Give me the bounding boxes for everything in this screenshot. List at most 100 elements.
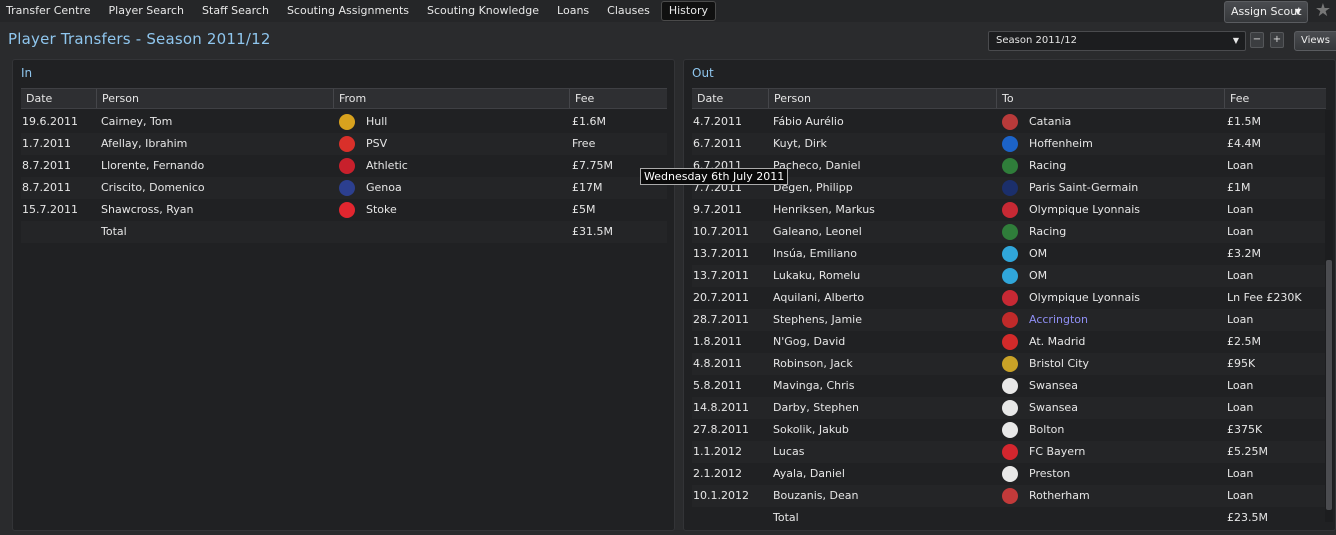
club-link[interactable]: FC Bayern bbox=[1024, 441, 1085, 463]
nav-tab-clauses[interactable]: Clauses bbox=[600, 1, 657, 21]
column-header-club[interactable]: From bbox=[333, 89, 366, 108]
column-header-date[interactable]: Date bbox=[21, 89, 52, 108]
table-row[interactable]: 13.7.2011 Insúa, Emiliano OM £3.2M bbox=[692, 243, 1326, 265]
table-row[interactable]: 14.8.2011 Darby, Stephen Swansea Loan bbox=[692, 397, 1326, 419]
date-cell: 14.8.2011 bbox=[693, 401, 749, 414]
person-link[interactable]: Llorente, Fernando bbox=[96, 155, 204, 177]
club-link[interactable]: Olympique Lyonnais bbox=[1024, 287, 1140, 309]
nav-tab-scouting-assignments[interactable]: Scouting Assignments bbox=[280, 1, 416, 21]
table-row[interactable]: 8.7.2011 Llorente, Fernando Athletic £7.75M bbox=[21, 155, 667, 177]
nav-tab-history[interactable]: History bbox=[660, 1, 716, 21]
table-row[interactable]: 5.8.2011 Mavinga, Chris Swansea Loan bbox=[692, 375, 1326, 397]
club-link[interactable]: Paris Saint-Germain bbox=[1024, 177, 1138, 199]
assign-scout-button[interactable]: Assign Scout ▼ bbox=[1224, 1, 1308, 23]
club-link[interactable]: OM bbox=[1024, 243, 1047, 265]
date-cell: 13.7.2011 bbox=[693, 247, 749, 260]
club-link[interactable]: Racing bbox=[1024, 155, 1066, 177]
club-link[interactable]: OM bbox=[1024, 265, 1047, 287]
date-cell: 5.8.2011 bbox=[693, 379, 742, 392]
table-row[interactable]: 10.7.2011 Galeano, Leonel Racing Loan bbox=[692, 221, 1326, 243]
table-row[interactable]: 19.6.2011 Cairney, Tom Hull £1.6M bbox=[21, 111, 667, 133]
club-link[interactable]: Accrington bbox=[1024, 309, 1088, 331]
person-link[interactable]: Lukaku, Romelu bbox=[768, 265, 860, 287]
nav-tab-transfer-centre[interactable]: Transfer Centre bbox=[0, 1, 98, 21]
person-link[interactable]: Cairney, Tom bbox=[96, 111, 172, 133]
club-link[interactable]: Bolton bbox=[1024, 419, 1064, 441]
table-row[interactable]: 27.8.2011 Sokolik, Jakub Bolton £375K bbox=[692, 419, 1326, 441]
table-row[interactable]: 4.7.2011 Fábio Aurélio Catania £1.5M bbox=[692, 111, 1326, 133]
fee-cell: Loan bbox=[1227, 159, 1254, 172]
table-row[interactable]: 15.7.2011 Shawcross, Ryan Stoke £5M bbox=[21, 199, 667, 221]
person-link[interactable]: Sokolik, Jakub bbox=[768, 419, 849, 441]
out-scrollbar-thumb[interactable] bbox=[1326, 260, 1332, 510]
table-row[interactable]: 13.7.2011 Lukaku, Romelu OM Loan bbox=[692, 265, 1326, 287]
person-link[interactable]: Henriksen, Markus bbox=[768, 199, 875, 221]
season-next-button[interactable]: + bbox=[1270, 32, 1284, 48]
table-row[interactable]: 28.7.2011 Stephens, Jamie Accrington Loan bbox=[692, 309, 1326, 331]
table-row[interactable]: 9.7.2011 Henriksen, Markus Olympique Lyonn… bbox=[692, 199, 1326, 221]
person-link[interactable]: Lucas bbox=[768, 441, 804, 463]
club-link[interactable]: PSV bbox=[361, 133, 387, 155]
club-link[interactable]: Olympique Lyonnais bbox=[1024, 199, 1140, 221]
total-label: Total bbox=[101, 225, 127, 238]
club-link[interactable]: Preston bbox=[1024, 463, 1070, 485]
fee-cell: Loan bbox=[1227, 467, 1254, 480]
table-row[interactable]: 1.7.2011 Afellay, Ibrahim PSV Free bbox=[21, 133, 667, 155]
table-row[interactable]: 1.8.2011 N'Gog, David At. Madrid £2.5M bbox=[692, 331, 1326, 353]
column-header-club[interactable]: To bbox=[996, 89, 1014, 108]
season-select[interactable]: Season 2011/12 ▼ bbox=[988, 31, 1246, 51]
table-row[interactable]: 1.1.2012 Lucas FC Bayern £5.25M bbox=[692, 441, 1326, 463]
table-row[interactable]: 10.1.2012 Bouzanis, Dean Rotherham Loan bbox=[692, 485, 1326, 507]
club-link[interactable]: Swansea bbox=[1024, 375, 1078, 397]
column-header-person[interactable]: Person bbox=[96, 89, 139, 108]
person-link[interactable]: Insúa, Emiliano bbox=[768, 243, 857, 265]
club-link[interactable]: Catania bbox=[1024, 111, 1071, 133]
person-link[interactable]: Mavinga, Chris bbox=[768, 375, 854, 397]
person-link[interactable]: Robinson, Jack bbox=[768, 353, 853, 375]
column-header-date[interactable]: Date bbox=[692, 89, 723, 108]
nav-tab-player-search[interactable]: Player Search bbox=[102, 1, 192, 21]
table-row[interactable]: 6.7.2011 Kuyt, Dirk Hoffenheim £4.4M bbox=[692, 133, 1326, 155]
person-link[interactable]: N'Gog, David bbox=[768, 331, 845, 353]
person-link[interactable]: Kuyt, Dirk bbox=[768, 133, 827, 155]
person-link[interactable]: Galeano, Leonel bbox=[768, 221, 862, 243]
person-link[interactable]: Bouzanis, Dean bbox=[768, 485, 858, 507]
table-row[interactable]: 20.7.2011 Aquilani, Alberto Olympique Lyon… bbox=[692, 287, 1326, 309]
nav-tab-loans[interactable]: Loans bbox=[550, 1, 596, 21]
column-header-person[interactable]: Person bbox=[768, 89, 811, 108]
club-crest-icon bbox=[1002, 202, 1018, 218]
person-link[interactable]: Shawcross, Ryan bbox=[96, 199, 193, 221]
table-row[interactable]: 2.1.2012 Ayala, Daniel Preston Loan bbox=[692, 463, 1326, 485]
club-link[interactable]: At. Madrid bbox=[1024, 331, 1085, 353]
table-row[interactable]: 4.8.2011 Robinson, Jack Bristol City £95K bbox=[692, 353, 1326, 375]
date-cell: 10.7.2011 bbox=[693, 225, 749, 238]
person-link[interactable]: Stephens, Jamie bbox=[768, 309, 862, 331]
club-link[interactable]: Genoa bbox=[361, 177, 402, 199]
out-scrollbar[interactable] bbox=[1325, 110, 1333, 522]
fee-cell: Loan bbox=[1227, 401, 1254, 414]
club-link[interactable]: Athletic bbox=[361, 155, 408, 177]
star-icon[interactable]: ★ bbox=[1312, 1, 1334, 23]
nav-tab-scouting-knowledge[interactable]: Scouting Knowledge bbox=[420, 1, 546, 21]
views-button[interactable]: Views ▼ bbox=[1294, 31, 1336, 51]
nav-tab-staff-search[interactable]: Staff Search bbox=[195, 1, 276, 21]
club-link[interactable]: Hoffenheim bbox=[1024, 133, 1093, 155]
season-prev-button[interactable]: − bbox=[1250, 32, 1264, 48]
club-link[interactable]: Swansea bbox=[1024, 397, 1078, 419]
person-link[interactable]: Fábio Aurélio bbox=[768, 111, 844, 133]
chevron-down-icon: ▼ bbox=[1232, 36, 1239, 45]
column-header-fee[interactable]: Fee bbox=[569, 89, 594, 108]
person-link[interactable]: Afellay, Ibrahim bbox=[96, 133, 187, 155]
club-link[interactable]: Stoke bbox=[361, 199, 397, 221]
club-link[interactable]: Rotherham bbox=[1024, 485, 1090, 507]
person-link[interactable]: Ayala, Daniel bbox=[768, 463, 845, 485]
person-link[interactable]: Criscito, Domenico bbox=[96, 177, 205, 199]
club-link[interactable]: Hull bbox=[361, 111, 387, 133]
club-link[interactable]: Racing bbox=[1024, 221, 1066, 243]
column-header-fee[interactable]: Fee bbox=[1224, 89, 1249, 108]
person-link[interactable]: Darby, Stephen bbox=[768, 397, 859, 419]
table-row[interactable]: 8.7.2011 Criscito, Domenico Genoa £17M bbox=[21, 177, 667, 199]
person-link[interactable]: Aquilani, Alberto bbox=[768, 287, 864, 309]
club-link[interactable]: Bristol City bbox=[1024, 353, 1089, 375]
assign-scout-label: Assign Scout bbox=[1231, 5, 1302, 18]
